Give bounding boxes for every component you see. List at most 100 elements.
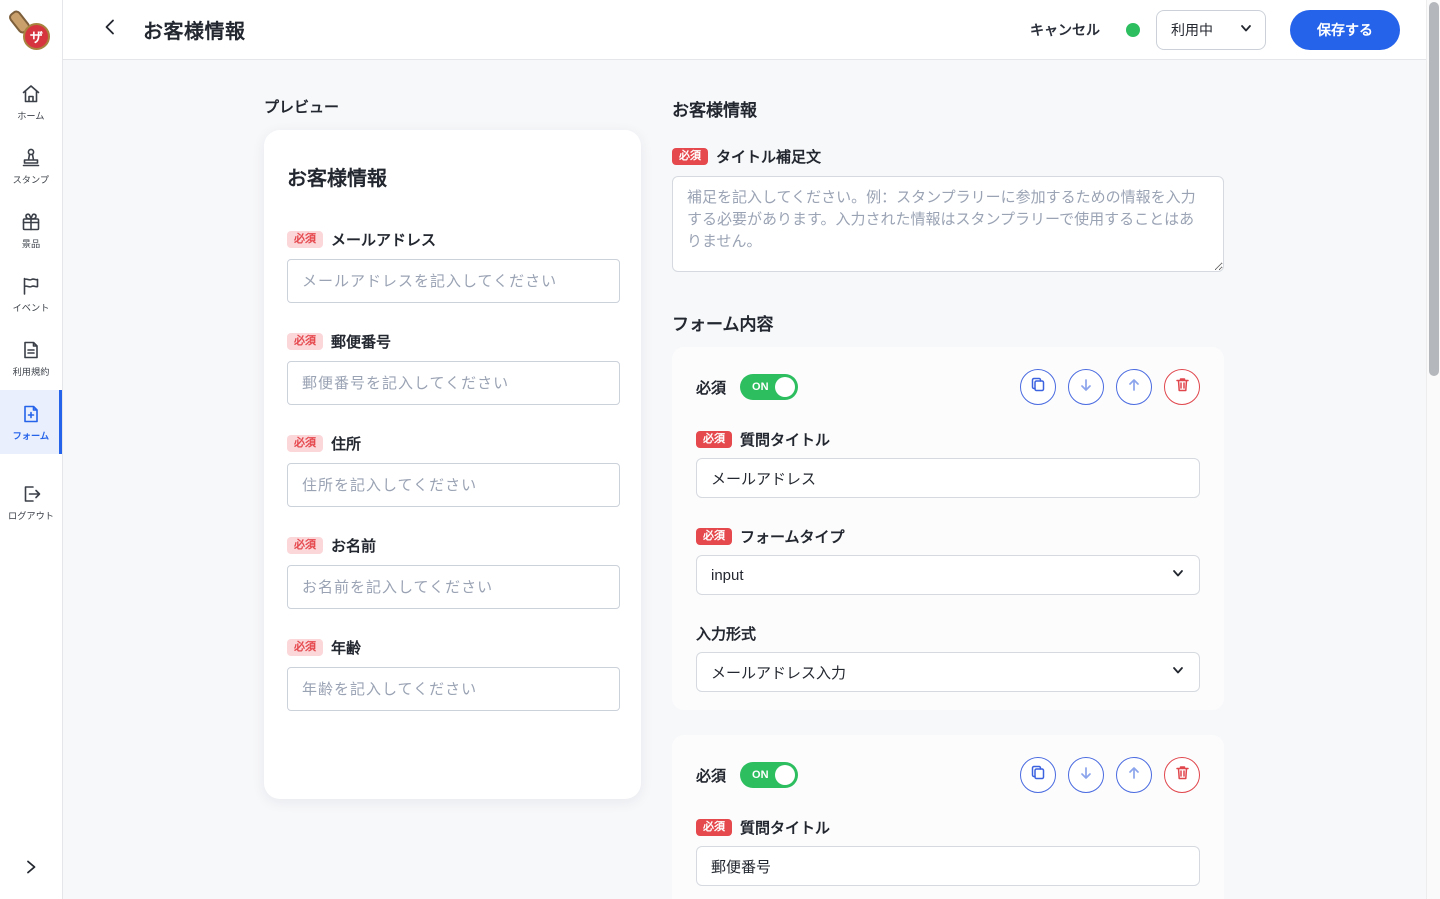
field-label: 郵便番号 <box>331 334 392 351</box>
field-label: 住所 <box>331 436 362 453</box>
page-title: お客様情報 <box>143 21 246 43</box>
chevron-left-icon <box>100 17 120 42</box>
arrow-up-icon <box>1126 765 1142 786</box>
sidebar-item-prize[interactable]: 景品 <box>0 198 62 262</box>
editor-title: お客様情報 <box>672 101 757 120</box>
preview-email-input[interactable] <box>287 259 620 303</box>
scrollbar-thumb[interactable] <box>1429 2 1439 376</box>
logout-icon <box>20 483 42 508</box>
sidebar-item-label: イベント <box>12 302 50 314</box>
toggle-knob <box>775 765 796 785</box>
move-down-button[interactable] <box>1068 369 1104 405</box>
sidebar-item-label: スタンプ <box>12 174 50 186</box>
editor-column: お客様情報 必須 タイトル補足文 フォーム内容 必須 ON <box>672 96 1224 899</box>
sidebar-item-terms[interactable]: 利用規約 <box>0 326 62 390</box>
flag-icon <box>20 275 42 300</box>
field-label: 年齢 <box>331 640 362 657</box>
required-badge: 必須 <box>287 435 323 452</box>
stamp-face-graphic: ザ <box>23 23 50 50</box>
required-badge: 必須 <box>287 639 323 656</box>
sidebar-item-label: ホーム <box>17 110 45 122</box>
move-up-button[interactable] <box>1116 369 1152 405</box>
back-button[interactable] <box>97 17 123 43</box>
required-badge: 必須 <box>287 537 323 554</box>
status-select-value: 利用中 <box>1171 21 1213 38</box>
duplicate-question-button[interactable] <box>1020 369 1056 405</box>
preview-section-label: プレビュー <box>264 99 340 116</box>
gift-icon <box>20 211 42 236</box>
toggle-knob <box>775 377 796 397</box>
question-card-2: 必須 ON 必須 質問タイトル 郵便番号 <box>672 735 1224 899</box>
home-icon <box>20 83 42 108</box>
chevron-right-icon <box>22 858 40 881</box>
question-title-label: 質問タイトル <box>740 820 831 837</box>
sidebar-item-label: ログアウト <box>8 510 54 522</box>
arrow-down-icon <box>1078 765 1094 786</box>
sidebar-item-logout[interactable]: ログアウト <box>0 470 62 534</box>
required-toggle-label: 必須 <box>696 379 727 397</box>
title-supplement-textarea[interactable] <box>672 176 1224 272</box>
form-type-select[interactable]: input <box>696 555 1200 595</box>
sidebar-item-label: フォーム <box>12 430 50 442</box>
form-content-section-title: フォーム内容 <box>672 315 774 334</box>
required-badge: 必須 <box>287 333 323 350</box>
required-badge: 必須 <box>672 148 708 165</box>
input-format-label: 入力形式 <box>696 626 757 643</box>
trash-icon <box>1174 376 1191 398</box>
preview-field-email: 必須 メールアドレス <box>287 229 620 303</box>
delete-question-button[interactable] <box>1164 757 1200 793</box>
vertical-scrollbar <box>1426 0 1440 899</box>
cancel-button[interactable]: キャンセル <box>1030 20 1100 40</box>
sidebar-item-home[interactable]: ホーム <box>0 70 62 134</box>
toggle-on-label: ON <box>752 381 769 393</box>
delete-question-button[interactable] <box>1164 369 1200 405</box>
required-badge: 必須 <box>696 528 732 545</box>
status-select[interactable]: 利用中 <box>1156 9 1266 50</box>
preview-field-address: 必須 住所 <box>287 433 620 507</box>
sidebar-item-form[interactable]: フォーム <box>0 390 62 454</box>
preview-column: プレビュー お客様情報 必須 メールアドレス 必須 郵便番号 <box>264 96 641 899</box>
logo-char: ザ <box>29 30 43 45</box>
question-title-input[interactable] <box>696 846 1200 886</box>
preview-card-title: お客様情報 <box>287 168 387 190</box>
move-down-button[interactable] <box>1068 757 1104 793</box>
sidebar-item-stamp[interactable]: スタンプ <box>0 134 62 198</box>
sidebar: ザ ホーム スタンプ 景品 イベント 利用規約 フォーム ログアウト <box>0 0 63 899</box>
input-format-value: メールアドレス入力 <box>711 664 847 682</box>
preview-card: お客様情報 必須 メールアドレス 必須 郵便番号 <box>264 130 641 799</box>
sidebar-item-event[interactable]: イベント <box>0 262 62 326</box>
required-badge: 必須 <box>696 819 732 836</box>
preview-name-input[interactable] <box>287 565 620 609</box>
field-label: お名前 <box>331 538 377 555</box>
supplement-label: タイトル補足文 <box>716 149 822 166</box>
save-button[interactable]: 保存する <box>1290 9 1400 50</box>
preview-address-input[interactable] <box>287 463 620 507</box>
preview-field-postal: 必須 郵便番号 <box>287 331 620 405</box>
required-toggle[interactable]: ON <box>740 762 799 788</box>
sidebar-item-label: 景品 <box>21 238 41 250</box>
sidebar-expand-button[interactable] <box>17 855 45 883</box>
form-type-label: フォームタイプ <box>740 529 845 546</box>
input-format-select[interactable]: メールアドレス入力 <box>696 652 1200 692</box>
form-icon <box>20 403 42 428</box>
preview-postal-input[interactable] <box>287 361 620 405</box>
question-title-input[interactable] <box>696 458 1200 498</box>
required-toggle[interactable]: ON <box>740 374 799 400</box>
required-toggle-label: 必須 <box>696 767 727 785</box>
chevron-down-icon <box>1171 566 1185 584</box>
copy-icon <box>1029 376 1047 399</box>
question-card-1: 必須 ON 必須 質問タイトル メールアドレス 必須 フォームタイプ input… <box>672 347 1224 710</box>
topbar: お客様情報 キャンセル 利用中 保存する <box>63 0 1440 60</box>
chevron-down-icon <box>1171 663 1185 681</box>
toggle-on-label: ON <box>752 769 769 781</box>
main-area: お客様情報 キャンセル 利用中 保存する プレビュー お客様情報 必須 メールア… <box>63 0 1440 899</box>
status-dot <box>1126 22 1140 37</box>
preview-field-name: 必須 お名前 <box>287 535 620 609</box>
preview-age-input[interactable] <box>287 667 620 711</box>
move-up-button[interactable] <box>1116 757 1152 793</box>
preview-field-age: 必須 年齢 <box>287 637 620 711</box>
stamp-icon <box>20 147 42 172</box>
required-badge: 必須 <box>696 431 732 448</box>
duplicate-question-button[interactable] <box>1020 757 1056 793</box>
app-logo[interactable]: ザ <box>6 8 53 56</box>
